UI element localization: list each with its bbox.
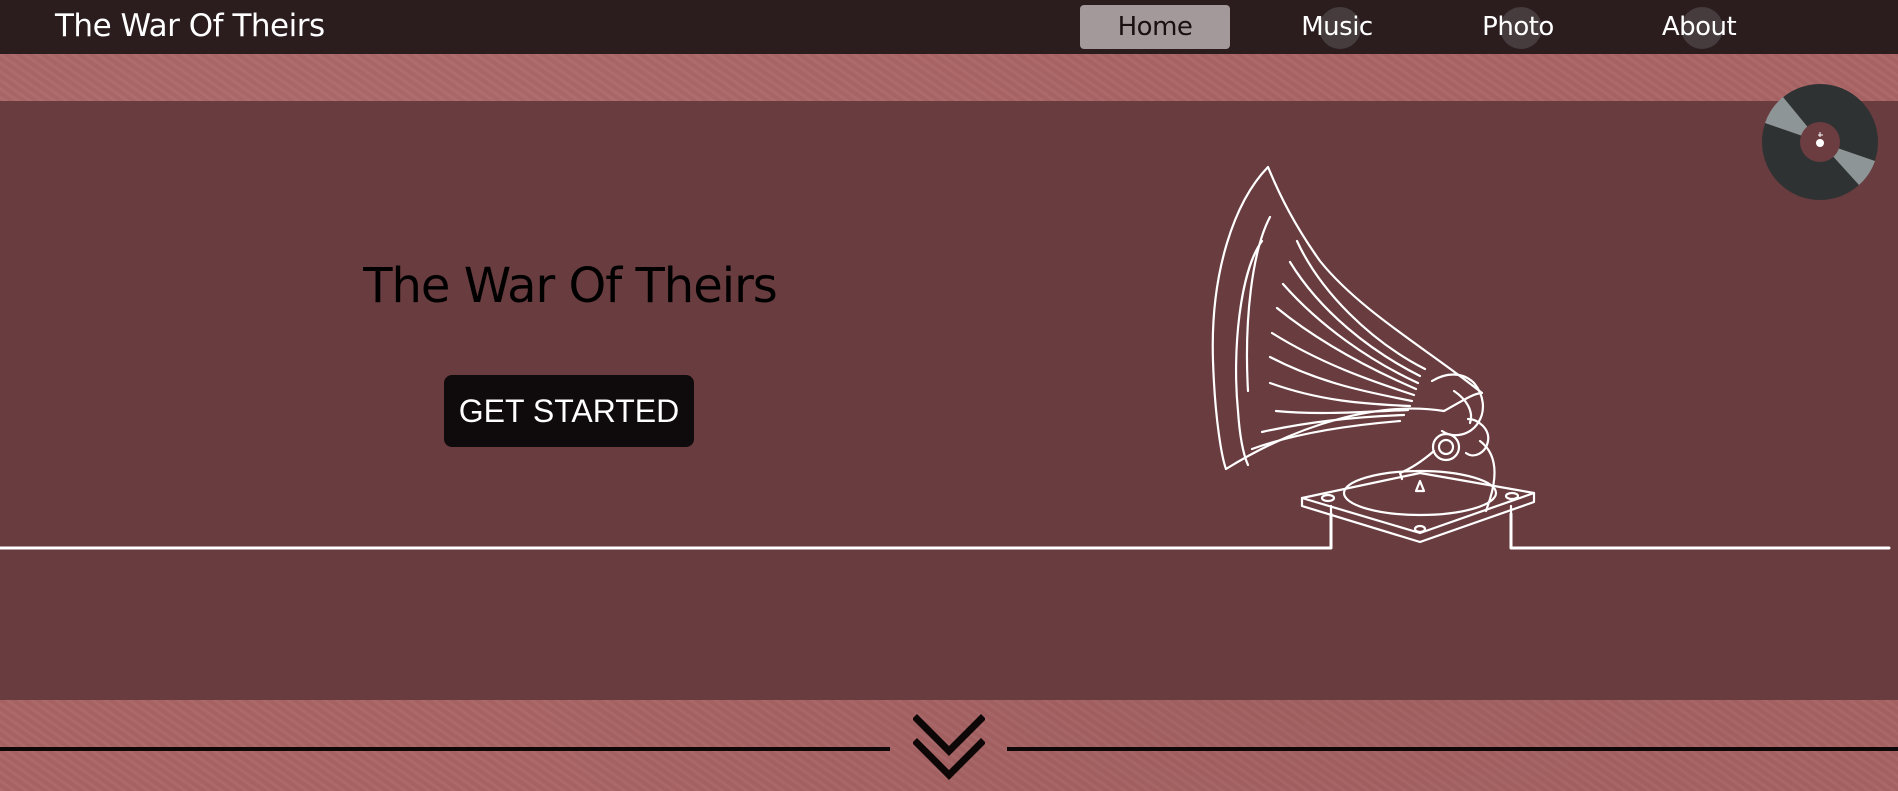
- gramophone-illustration: [0, 165, 1891, 550]
- divider-line-right: [1007, 747, 1898, 751]
- horn-flute: [1250, 419, 1402, 451]
- floor-line: [0, 512, 1891, 550]
- tonearm-knot: [1431, 432, 1461, 462]
- nav-item-music[interactable]: Music: [1262, 5, 1412, 49]
- horn-neck: [1430, 373, 1484, 437]
- horn-inner-rim-2: [1245, 215, 1272, 393]
- horn-inner-rim: [1234, 239, 1264, 467]
- corner-screw: [1504, 491, 1520, 501]
- corner-screw: [1320, 493, 1336, 503]
- top-navbar: The War Of Theirs Home Music Photo About: [0, 0, 1898, 54]
- nav-item-label: About: [1661, 12, 1737, 42]
- nav-item-photo[interactable]: Photo: [1443, 5, 1593, 49]
- nav-item-label: Photo: [1482, 12, 1554, 42]
- nav-item-label: Home: [1117, 12, 1193, 42]
- nav-item-label: Music: [1301, 12, 1373, 42]
- vinyl-record-icon[interactable]: [1761, 83, 1879, 201]
- horn-flute: [1295, 239, 1427, 371]
- platter: [1342, 469, 1498, 517]
- horn-flute: [1274, 408, 1410, 415]
- divider-line-left: [0, 747, 890, 751]
- turntable-top: [1300, 471, 1536, 535]
- hero-section: The War Of Theirs GET STARTED: [0, 101, 1898, 700]
- nav-item-about[interactable]: About: [1624, 5, 1774, 49]
- spindle: [1414, 479, 1426, 493]
- horn-outline: [1211, 165, 1484, 471]
- site-brand[interactable]: The War Of Theirs: [55, 8, 325, 44]
- turntable-front: [1300, 491, 1536, 544]
- horn-flute: [1281, 282, 1420, 385]
- horn-flute: [1268, 355, 1414, 403]
- nav-item-home[interactable]: Home: [1080, 5, 1230, 49]
- corner-screw: [1413, 524, 1427, 534]
- double-chevron-down-icon[interactable]: [913, 713, 985, 783]
- tonearm-knot-inner: [1437, 438, 1455, 456]
